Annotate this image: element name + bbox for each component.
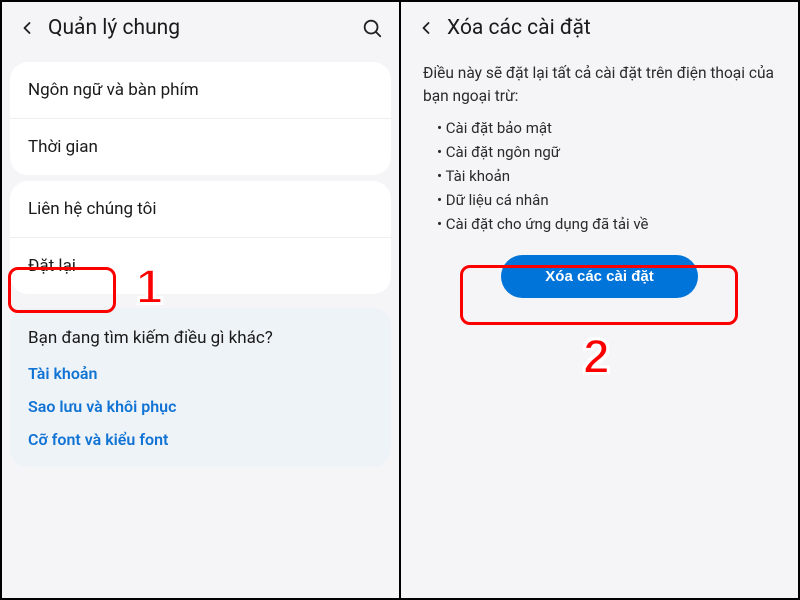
page-title: Xóa các cài đặt [447, 16, 782, 40]
left-panel: Quản lý chung Ngôn ngữ và bàn phím Thời … [2, 2, 401, 598]
left-header: Quản lý chung [2, 2, 399, 56]
search-more-section: Bạn đang tìm kiếm điều gì khác? Tài khoả… [10, 308, 391, 467]
bullet-item: Tài khoản [437, 167, 776, 185]
page-title: Quản lý chung [48, 16, 361, 40]
row-language-keyboard[interactable]: Ngôn ngữ và bàn phím [10, 62, 391, 118]
right-header: Xóa các cài đặt [401, 2, 798, 56]
link-backup-restore[interactable]: Sao lưu và khôi phục [28, 397, 373, 416]
row-reset[interactable]: Đặt lại [10, 237, 391, 294]
right-panel: Xóa các cài đặt Điều này sẽ đặt lại tất … [401, 2, 798, 598]
right-body: Điều này sẽ đặt lại tất cả cài đặt trên … [401, 56, 798, 298]
link-font-size-style[interactable]: Cỡ font và kiểu font [28, 430, 373, 449]
search-more-heading: Bạn đang tìm kiếm điều gì khác? [28, 328, 373, 348]
back-icon[interactable] [415, 17, 437, 39]
settings-group-2: Liên hệ chúng tôi Đặt lại [10, 181, 391, 294]
settings-group-1: Ngôn ngữ và bàn phím Thời gian [10, 62, 391, 175]
row-time[interactable]: Thời gian [10, 118, 391, 175]
row-contact-us[interactable]: Liên hệ chúng tôi [10, 181, 391, 237]
action-wrap: Xóa các cài đặt [423, 255, 776, 298]
reset-description: Điều này sẽ đặt lại tất cả cài đặt trên … [423, 62, 776, 109]
search-icon[interactable] [361, 17, 383, 39]
reset-settings-button[interactable]: Xóa các cài đặt [501, 255, 697, 298]
annotation-step-2: 2 [583, 334, 610, 382]
bullet-item: Cài đặt cho ứng dụng đã tải về [437, 215, 776, 233]
exception-list: Cài đặt bảo mật Cài đặt ngôn ngữ Tài kho… [423, 119, 776, 233]
link-account[interactable]: Tài khoản [28, 364, 373, 383]
bullet-item: Cài đặt bảo mật [437, 119, 776, 137]
bullet-item: Cài đặt ngôn ngữ [437, 143, 776, 161]
back-icon[interactable] [16, 17, 38, 39]
bullet-item: Dữ liệu cá nhân [437, 191, 776, 209]
